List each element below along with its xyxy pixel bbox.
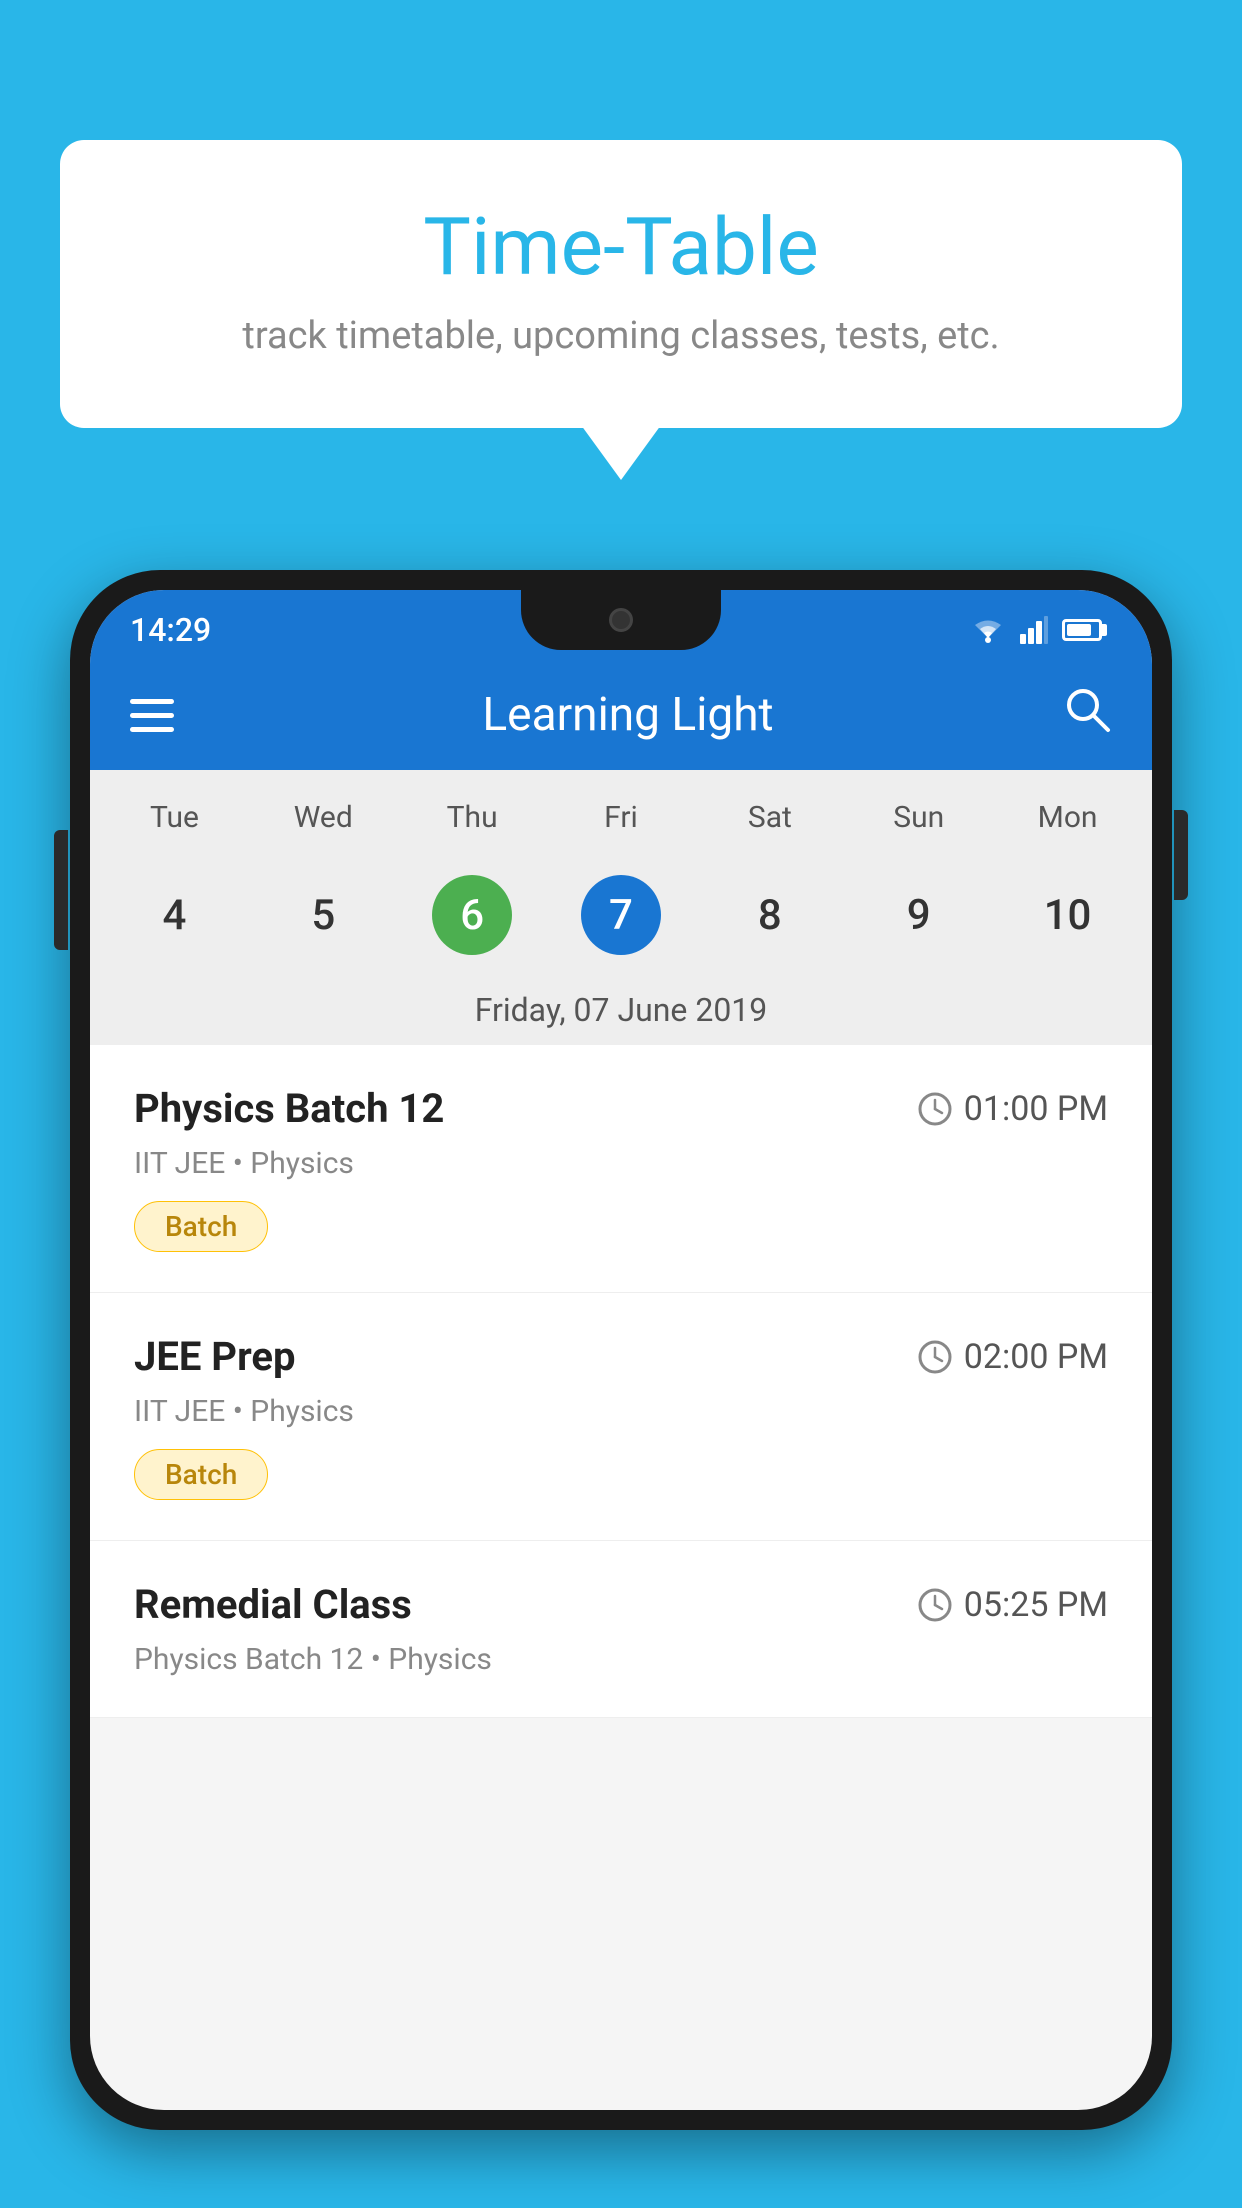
search-icon[interactable] bbox=[1062, 684, 1112, 747]
date-6[interactable]: 6 bbox=[398, 865, 547, 965]
app-bar: Learning Light bbox=[90, 660, 1152, 770]
date-7[interactable]: 7 bbox=[547, 865, 696, 965]
hamburger-icon[interactable] bbox=[130, 699, 174, 732]
day-mon[interactable]: Mon bbox=[993, 790, 1142, 845]
schedule-title-3: Remedial Class bbox=[134, 1581, 412, 1628]
schedule-item-1[interactable]: Physics Batch 12 01:00 PM IIT JEE • Phys… bbox=[90, 1045, 1152, 1293]
clock-icon-1 bbox=[918, 1092, 952, 1126]
camera bbox=[609, 608, 633, 632]
day-wed[interactable]: Wed bbox=[249, 790, 398, 845]
schedule-meta-1: IIT JEE • Physics bbox=[134, 1146, 1108, 1181]
schedule-meta-2: IIT JEE • Physics bbox=[134, 1394, 1108, 1429]
calendar-days-header: Tue Wed Thu Fri Sat Sun Mon bbox=[90, 770, 1152, 855]
selected-date-label: Friday, 07 June 2019 bbox=[90, 975, 1152, 1045]
batch-badge-1: Batch bbox=[134, 1201, 268, 1252]
phone-frame: 14:29 bbox=[70, 570, 1172, 2208]
battery-icon bbox=[1062, 619, 1102, 641]
schedule-time-text-1: 01:00 PM bbox=[964, 1089, 1108, 1129]
date-4[interactable]: 4 bbox=[100, 865, 249, 965]
signal-icon bbox=[1020, 616, 1048, 644]
schedule-time-3: 05:25 PM bbox=[918, 1585, 1108, 1625]
phone-inner: 14:29 bbox=[90, 590, 1152, 2110]
day-thu[interactable]: Thu bbox=[398, 790, 547, 845]
schedule-item-3[interactable]: Remedial Class 05:25 PM Physics Batch 12… bbox=[90, 1541, 1152, 1718]
schedule-list: Physics Batch 12 01:00 PM IIT JEE • Phys… bbox=[90, 1045, 1152, 1718]
schedule-title-1: Physics Batch 12 bbox=[134, 1085, 444, 1132]
schedule-time-2: 02:00 PM bbox=[918, 1337, 1108, 1377]
schedule-time-1: 01:00 PM bbox=[918, 1089, 1108, 1129]
status-time: 14:29 bbox=[130, 611, 211, 649]
date-9[interactable]: 9 bbox=[844, 865, 993, 965]
wifi-icon bbox=[970, 616, 1006, 644]
date-8[interactable]: 8 bbox=[695, 865, 844, 965]
phone-notch bbox=[521, 590, 721, 650]
schedule-item-2[interactable]: JEE Prep 02:00 PM IIT JEE • Physics Batc… bbox=[90, 1293, 1152, 1541]
day-tue[interactable]: Tue bbox=[100, 790, 249, 845]
page-subtitle: track timetable, upcoming classes, tests… bbox=[140, 314, 1102, 358]
clock-icon-2 bbox=[918, 1340, 952, 1374]
status-icons bbox=[970, 616, 1102, 644]
date-5[interactable]: 5 bbox=[249, 865, 398, 965]
speech-bubble: Time-Table track timetable, upcoming cla… bbox=[60, 140, 1182, 428]
date-10[interactable]: 10 bbox=[993, 865, 1142, 965]
calendar-dates: 4 5 6 7 8 9 10 bbox=[90, 855, 1152, 975]
day-sun[interactable]: Sun bbox=[844, 790, 993, 845]
schedule-time-text-2: 02:00 PM bbox=[964, 1337, 1108, 1377]
day-fri[interactable]: Fri bbox=[547, 790, 696, 845]
speech-bubble-container: Time-Table track timetable, upcoming cla… bbox=[60, 140, 1182, 428]
clock-icon-3 bbox=[918, 1588, 952, 1622]
calendar-section: Tue Wed Thu Fri Sat Sun Mon 4 5 6 7 8 9 … bbox=[90, 770, 1152, 1045]
day-sat[interactable]: Sat bbox=[695, 790, 844, 845]
schedule-meta-3: Physics Batch 12 • Physics bbox=[134, 1642, 1108, 1677]
app-title: Learning Light bbox=[224, 688, 1032, 742]
schedule-title-2: JEE Prep bbox=[134, 1333, 295, 1380]
schedule-time-text-3: 05:25 PM bbox=[964, 1585, 1108, 1625]
phone-outer: 14:29 bbox=[70, 570, 1172, 2130]
page-title: Time-Table bbox=[140, 200, 1102, 294]
batch-badge-2: Batch bbox=[134, 1449, 268, 1500]
